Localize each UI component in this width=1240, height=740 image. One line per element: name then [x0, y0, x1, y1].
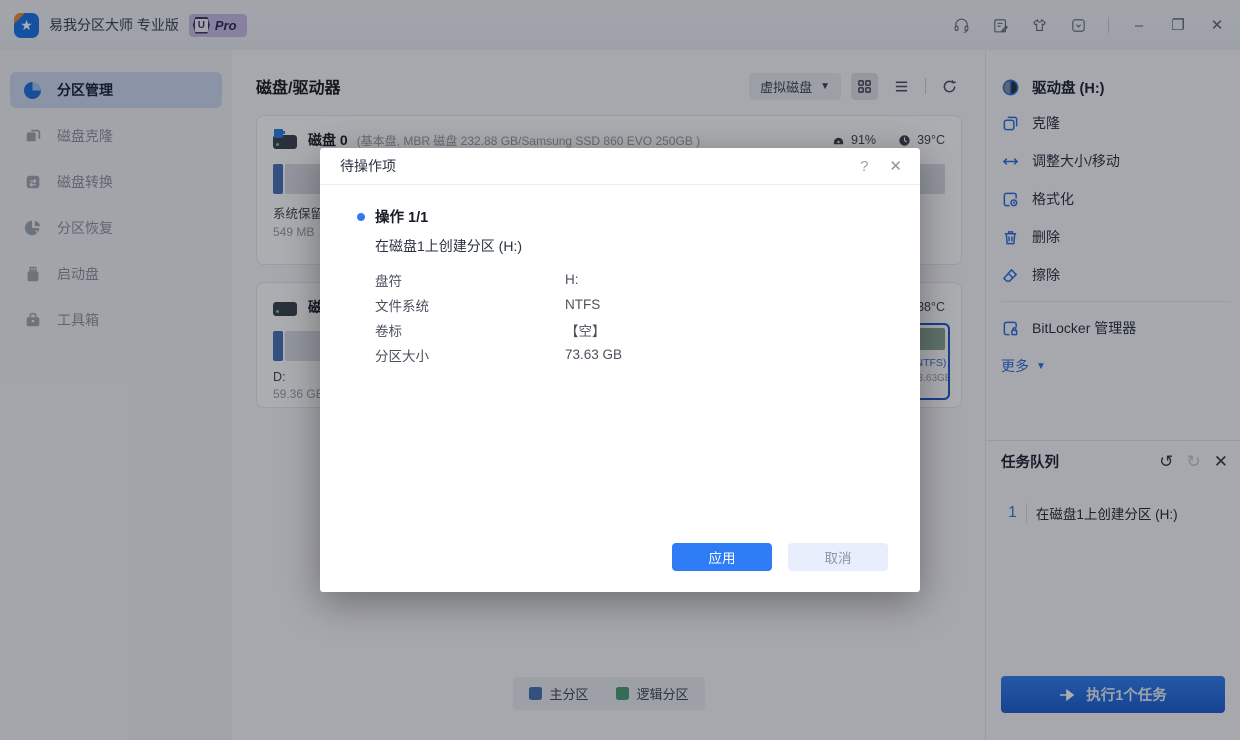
- dialog-title: 待操作项: [340, 158, 396, 174]
- detail-row-drive-letter: 盘符 H:: [375, 272, 579, 289]
- cancel-button[interactable]: 取消: [788, 543, 888, 571]
- detail-row-file-system: 文件系统 NTFS: [375, 297, 601, 314]
- detail-row-partition-size: 分区大小 73.63 GB: [375, 347, 623, 364]
- apply-button[interactable]: 应用: [672, 543, 772, 571]
- detail-row-volume-label: 卷标 【空】: [375, 323, 606, 339]
- operation-title: 操作 1/1: [375, 210, 429, 226]
- help-icon[interactable]: ?: [860, 158, 868, 175]
- operation-bullet-icon: [357, 212, 365, 221]
- dialog-header: 待操作项 ? ✕: [320, 148, 920, 185]
- dialog-close-icon[interactable]: ✕: [889, 157, 902, 175]
- pending-operations-dialog: 待操作项 ? ✕ 操作 1/1 在磁盘1上创建分区 (H:) 盘符 H: 文件系统…: [320, 148, 920, 592]
- operation-description: 在磁盘1上创建分区 (H:): [375, 238, 522, 254]
- app-window: ★ 易我分区大师 专业版 U Pro – ❐ ✕ 分区管理 磁盘克隆 磁盘转换 …: [0, 0, 1240, 740]
